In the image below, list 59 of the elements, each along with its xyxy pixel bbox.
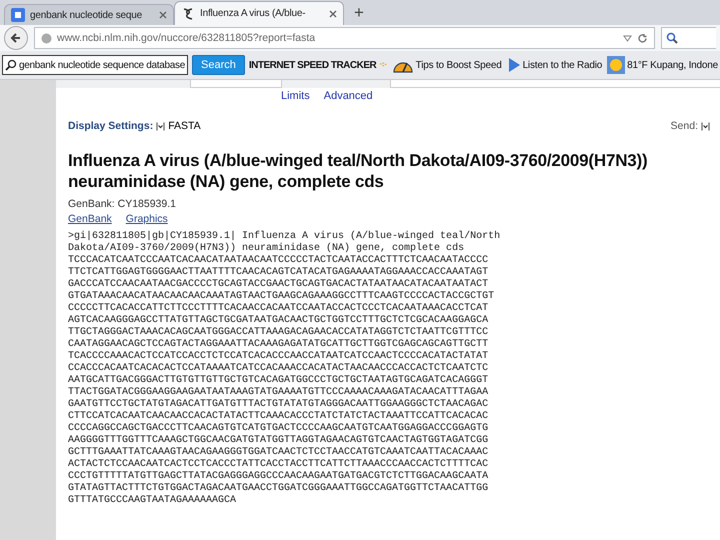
input-field[interactable] [190, 80, 282, 88]
sequence-line: CCCTGTTTTTATGTTGAGCTTATACGAGGGAGGCCCAACAAGAATGATGACGTCTCTTGGACAAGCAATA [68, 471, 490, 483]
toolbar-logo[interactable]: INTERNET SPEED TRACKER [248, 60, 376, 70]
sequence-line: AGTCACAAGGGAGCCTTATGTTAGCTGCGATAATGACAACTGCTGGTCCTTTGCTCTCGCACAAGGAGCA [68, 315, 490, 327]
sequence-line: CCACCCACAATCACACACTCCATAAAATCATCCACAAACCACATACTAACAACCCACCACTCTCAATCTC [68, 363, 490, 375]
sun-icon [607, 56, 626, 74]
display-settings-label[interactable]: Display Settings: [68, 120, 154, 132]
back-arrow-icon [10, 32, 22, 44]
search-field[interactable]: genbank nucleotide sequence database [2, 55, 188, 75]
browser-tab[interactable]: Influenza A virus (A/blue- [174, 1, 344, 25]
sequence-line: CCCCAGGCCAGCTGACCCTTCAACAGTGTCATGTGACTCCCCAAGCAATGTCAATGGAGGACCCGGAGTG [68, 423, 490, 435]
chevron-icon[interactable] [701, 122, 710, 130]
search-icon [666, 32, 678, 44]
sequence-line: GCTTTGAAATTATCAAAGTAACAGAAGGGTGGATCAACTCTCCTAACCATGTCAAATCAATTACACAAAC [68, 447, 490, 459]
search-link[interactable]: Limits [281, 90, 310, 102]
new-tab-button[interactable]: + [344, 3, 374, 25]
play-icon [506, 57, 521, 73]
sequence-line: CAATAGGAACAGCTCCAGTACTAGGAAATTACAAAGAGATATGCATTGCTTGGTCGAGCAGCAGTTGCTT [68, 339, 490, 351]
search-field[interactable] [661, 27, 716, 49]
accession-text: GenBank: CY185939.1 [68, 198, 177, 210]
sequence-line: TCACCCCAAACACTCCATCCACCTCTCCATCACACCCAACCATAATCATCCAACTCCCCACATACTATAT [68, 351, 490, 363]
toolbar-link[interactable]: Listen to the Radio [522, 60, 602, 70]
close-icon[interactable] [329, 10, 337, 18]
sequence-line: CCCCCTTCACACCATTCTTCCCTTTTCACAACCACAATCCAATACCACTCCCTCACAATAAACACCTCAT [68, 303, 490, 315]
sequence-line: TTACTGGATACGGGAAGGAAGAATAATAAAGTATGAAAATGTTCCCAAAACAAAGATACAACATTTAGAA [68, 387, 490, 399]
toolbar-link[interactable]: Tips to Boost Speed [416, 60, 502, 70]
sequence-line: GTATAGTTACTTTCTGTGGACTAGACAATGAACCTGGATCGGGAAATTGGCCAGATGGTTCTAACATTGG [68, 483, 490, 495]
record-link[interactable]: Graphics [126, 213, 168, 225]
sequence-line: GTTTATGCCCAAGTAATAGAAAAAAGCA [68, 495, 238, 507]
sequence-line: TTCTCATTGGAGTGGGGAACTTAATTTTCAACACAGTCATACATGAGAAAATAGGAAACCACCAAATAGT [68, 267, 490, 279]
sequence-line: CTTCCATCACAATCAACAACCACACTATACTTCAAACACCCTATCTATCTACTAAATTCCATTCACACAC [68, 411, 490, 423]
sequence-line: GACCCATCCAACAATAACGACCCCTGCAGTACCGAACTGCAGTGACACTATAATAACATACAATAATACT [68, 279, 490, 291]
dropdown-icon[interactable] [623, 34, 632, 42]
sequence-line: TCCCACATCAATCCCAATCACAACATAATAACAATCCCCCTACTCAATACCACTTTCTCAACAATACCCC [68, 255, 490, 267]
reload-icon[interactable] [637, 32, 648, 44]
chevron-icon[interactable] [156, 122, 166, 130]
search-site-icon [11, 8, 25, 22]
sequence-line: ACTACTCTCCAACAATCACTCCTCACCCTATTCACCTACCTTCATTCTTAAACCCAACCACTCTTTTCAC [68, 459, 490, 471]
sequence-line: AAGGGGTTTGGTTTCAAAGCTGGCAACGATGTATGGTTAGGTAGAACAGTGTCAACTAGTGGTAGATCGG [68, 435, 490, 447]
sequence-line: TTGCTAGGGACTAAACACAGCAATGGGACCATTAAAGACAGAACACCATATAGGTCTCTAATTCGTTTCC [68, 327, 490, 339]
display-format: FASTA [168, 120, 201, 132]
sequence-line: GAATGTTCCTGCTATGTAGACATTGATGTTTACTGTATATGTAGGGACAATTGGAAGGGCTCTAACAGAC [68, 399, 490, 411]
sequence-line: GTGATAAACAACATAACAACAACAAATAGTAACTGAAGCAGAAAGGCCTTTCAAGTCCCCACTACCGCTGT [68, 291, 496, 303]
search-link[interactable]: Advanced [324, 90, 373, 102]
address-bar[interactable]: www.ncbi.nlm.nih.gov/nuccore/632811805?report=fasta [34, 27, 655, 49]
search-icon [5, 59, 17, 71]
back-button[interactable] [4, 26, 28, 50]
toolbar-link[interactable]: 81°F Kupang, Indone [627, 60, 718, 70]
globe-icon [41, 32, 52, 44]
sequence-line: >gi|632811805|gb|CY185939.1| Influenza A virus (A/blue-winged teal/North [68, 231, 502, 242]
record-link[interactable]: GenBank [68, 213, 112, 225]
close-icon[interactable] [159, 11, 167, 19]
record-title: Influenza A virus (A/blue-winged teal/North Dakota/AI09-3760/2009(H7N3)) neuraminidase (NA) gene, complete cds [68, 150, 648, 192]
browser-tab[interactable]: genbank nucleotide seque [4, 4, 174, 25]
helix-icon [181, 6, 195, 20]
sequence-line: Dakota/AI09-3760/2009(H7N3)) neuraminidase (NA) gene, complete cds [68, 243, 466, 255]
sequence-line: AATGCATTGACGGGACTTGTGTTGTTGCTGTCACAGATGGCCCTGCTGCTAATAGTGCAGATCACAGGGT [68, 375, 490, 387]
send-menu[interactable]: Send: [670, 120, 698, 132]
input-field[interactable] [390, 80, 720, 88]
